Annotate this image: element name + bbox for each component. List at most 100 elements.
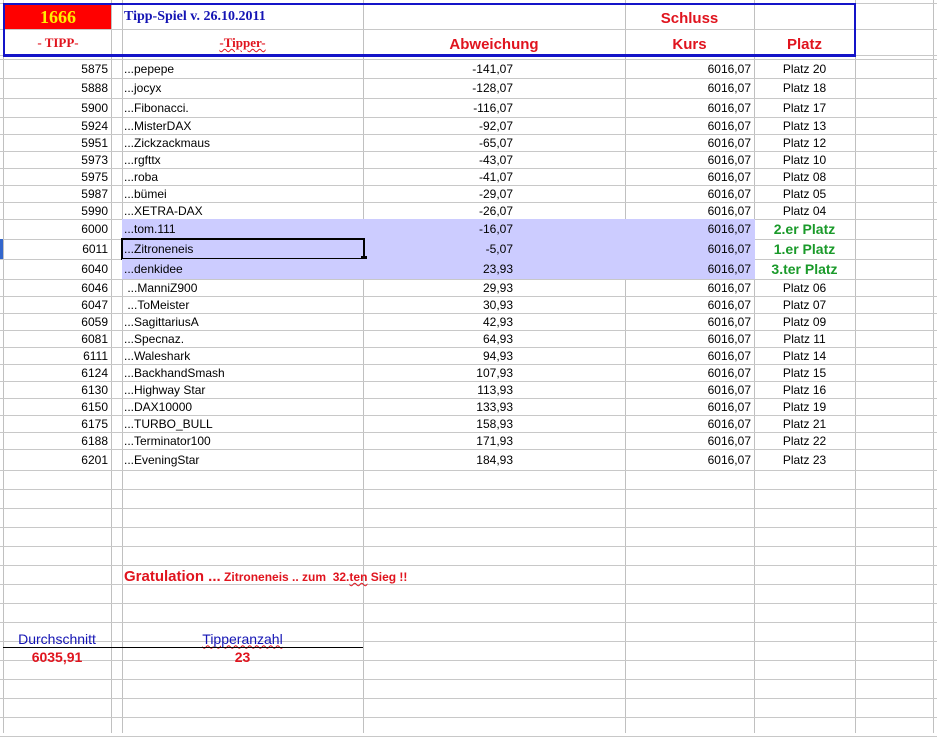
kurs-cell[interactable]: 6016,07 xyxy=(625,398,751,415)
platz-cell[interactable]: Platz 06 xyxy=(754,279,855,296)
kurs-cell[interactable]: 6016,07 xyxy=(625,347,751,364)
tipp-cell[interactable]: 5951 xyxy=(3,134,108,151)
kurs-cell[interactable]: 6016,07 xyxy=(625,364,751,381)
abweichung-cell[interactable]: 171,93 xyxy=(363,432,513,449)
tipper-cell[interactable]: ...EveningStar xyxy=(124,449,360,470)
tipper-cell[interactable]: ...tom.111 xyxy=(124,219,360,239)
tipp-cell[interactable]: 6081 xyxy=(3,330,108,347)
abweichung-cell[interactable]: 113,93 xyxy=(363,381,513,398)
abweichung-cell[interactable]: -16,07 xyxy=(363,219,513,239)
tipper-cell[interactable]: ...MisterDAX xyxy=(124,117,360,134)
tipper-cell[interactable]: ...DAX10000 xyxy=(124,398,360,415)
tipper-cell[interactable]: ...BackhandSmash xyxy=(124,364,360,381)
tipper-cell[interactable]: ...denkidee xyxy=(124,259,360,279)
tipper-cell[interactable]: ...bümei xyxy=(124,185,360,202)
platz-cell[interactable]: Platz 17 xyxy=(754,98,855,117)
kurs-cell[interactable]: 6016,07 xyxy=(625,117,751,134)
platz-cell[interactable]: Platz 05 xyxy=(754,185,855,202)
platz-cell[interactable]: Platz 11 xyxy=(754,330,855,347)
abweichung-cell[interactable]: 94,93 xyxy=(363,347,513,364)
platz-cell[interactable]: 3.ter Platz xyxy=(754,259,855,279)
tipp-cell[interactable]: 5973 xyxy=(3,151,108,168)
kurs-cell[interactable]: 6016,07 xyxy=(625,219,751,239)
tipp-cell[interactable]: 6130 xyxy=(3,381,108,398)
abweichung-cell[interactable]: 184,93 xyxy=(363,449,513,470)
platz-cell[interactable]: 2.er Platz xyxy=(754,219,855,239)
kurs-cell[interactable]: 6016,07 xyxy=(625,185,751,202)
platz-cell[interactable]: Platz 19 xyxy=(754,398,855,415)
abweichung-cell[interactable]: -65,07 xyxy=(363,134,513,151)
kurs-cell[interactable]: 6016,07 xyxy=(625,296,751,313)
tipper-cell[interactable]: ...ManniZ900 xyxy=(124,279,360,296)
platz-cell[interactable]: 1.er Platz xyxy=(754,239,855,259)
tipp-cell[interactable]: 6175 xyxy=(3,415,108,432)
platz-cell[interactable]: Platz 07 xyxy=(754,296,855,313)
tipp-cell[interactable]: 6000 xyxy=(3,219,108,239)
platz-cell[interactable]: Platz 21 xyxy=(754,415,855,432)
tipp-cell[interactable]: 5990 xyxy=(3,202,108,219)
tipp-cell[interactable]: 6059 xyxy=(3,313,108,330)
tipper-cell[interactable]: ...ToMeister xyxy=(124,296,360,313)
tipp-cell[interactable]: 6201 xyxy=(3,449,108,470)
abweichung-cell[interactable]: 64,93 xyxy=(363,330,513,347)
tipp-cell[interactable]: 5875 xyxy=(3,59,108,78)
abweichung-cell[interactable]: -43,07 xyxy=(363,151,513,168)
tipper-cell[interactable]: ...Zickzackmaus xyxy=(124,134,360,151)
kurs-cell[interactable]: 6016,07 xyxy=(625,239,751,259)
abweichung-cell[interactable]: -41,07 xyxy=(363,168,513,185)
kurs-cell[interactable]: 6016,07 xyxy=(625,313,751,330)
kurs-cell[interactable]: 6016,07 xyxy=(625,432,751,449)
kurs-cell[interactable]: 6016,07 xyxy=(625,449,751,470)
platz-cell[interactable]: Platz 04 xyxy=(754,202,855,219)
kurs-cell[interactable]: 6016,07 xyxy=(625,98,751,117)
tipp-cell[interactable]: 5924 xyxy=(3,117,108,134)
tipper-cell[interactable]: ...Highway Star xyxy=(124,381,360,398)
tipper-cell[interactable]: ...TURBO_BULL xyxy=(124,415,360,432)
tipper-cell[interactable]: ...pepepe xyxy=(124,59,360,78)
tipp-cell[interactable]: 6040 xyxy=(3,259,108,279)
platz-cell[interactable]: Platz 13 xyxy=(754,117,855,134)
kurs-cell[interactable]: 6016,07 xyxy=(625,330,751,347)
platz-cell[interactable]: Platz 23 xyxy=(754,449,855,470)
platz-cell[interactable]: Platz 18 xyxy=(754,78,855,98)
abweichung-cell[interactable]: 158,93 xyxy=(363,415,513,432)
tipp-cell[interactable]: 6188 xyxy=(3,432,108,449)
tipper-cell[interactable]: ...roba xyxy=(124,168,360,185)
tipper-cell[interactable]: ...Fibonacci. xyxy=(124,98,360,117)
abweichung-cell[interactable]: -128,07 xyxy=(363,78,513,98)
tipper-cell[interactable]: ...rgfttx xyxy=(124,151,360,168)
platz-cell[interactable]: Platz 10 xyxy=(754,151,855,168)
tipp-cell[interactable]: 6124 xyxy=(3,364,108,381)
tipp-cell[interactable]: 5888 xyxy=(3,78,108,98)
platz-cell[interactable]: Platz 20 xyxy=(754,59,855,78)
abweichung-cell[interactable]: -141,07 xyxy=(363,59,513,78)
abweichung-cell[interactable]: -29,07 xyxy=(363,185,513,202)
platz-cell[interactable]: Platz 15 xyxy=(754,364,855,381)
platz-cell[interactable]: Platz 09 xyxy=(754,313,855,330)
abweichung-cell[interactable]: -92,07 xyxy=(363,117,513,134)
kurs-cell[interactable]: 6016,07 xyxy=(625,134,751,151)
abweichung-cell[interactable]: 29,93 xyxy=(363,279,513,296)
tipper-cell[interactable]: ...Waleshark xyxy=(124,347,360,364)
tipp-cell[interactable]: 5975 xyxy=(3,168,108,185)
abweichung-cell[interactable]: -5,07 xyxy=(363,239,513,259)
tipper-cell[interactable]: ...SagittariusA xyxy=(124,313,360,330)
kurs-cell[interactable]: 6016,07 xyxy=(625,415,751,432)
abweichung-cell[interactable]: -116,07 xyxy=(363,98,513,117)
kurs-cell[interactable]: 6016,07 xyxy=(625,202,751,219)
tipp-cell[interactable]: 5900 xyxy=(3,98,108,117)
abweichung-cell[interactable]: 23,93 xyxy=(363,259,513,279)
kurs-cell[interactable]: 6016,07 xyxy=(625,259,751,279)
platz-cell[interactable]: Platz 12 xyxy=(754,134,855,151)
kurs-cell[interactable]: 6016,07 xyxy=(625,151,751,168)
platz-cell[interactable]: Platz 08 xyxy=(754,168,855,185)
abweichung-cell[interactable]: 107,93 xyxy=(363,364,513,381)
platz-cell[interactable]: Platz 22 xyxy=(754,432,855,449)
tipp-cell[interactable]: 6047 xyxy=(3,296,108,313)
kurs-cell[interactable]: 6016,07 xyxy=(625,59,751,78)
kurs-cell[interactable]: 6016,07 xyxy=(625,381,751,398)
tipper-cell[interactable]: ...jocyx xyxy=(124,78,360,98)
selected-cell-cursor[interactable] xyxy=(121,238,365,260)
kurs-cell[interactable]: 6016,07 xyxy=(625,78,751,98)
tipp-cell[interactable]: 6046 xyxy=(3,279,108,296)
